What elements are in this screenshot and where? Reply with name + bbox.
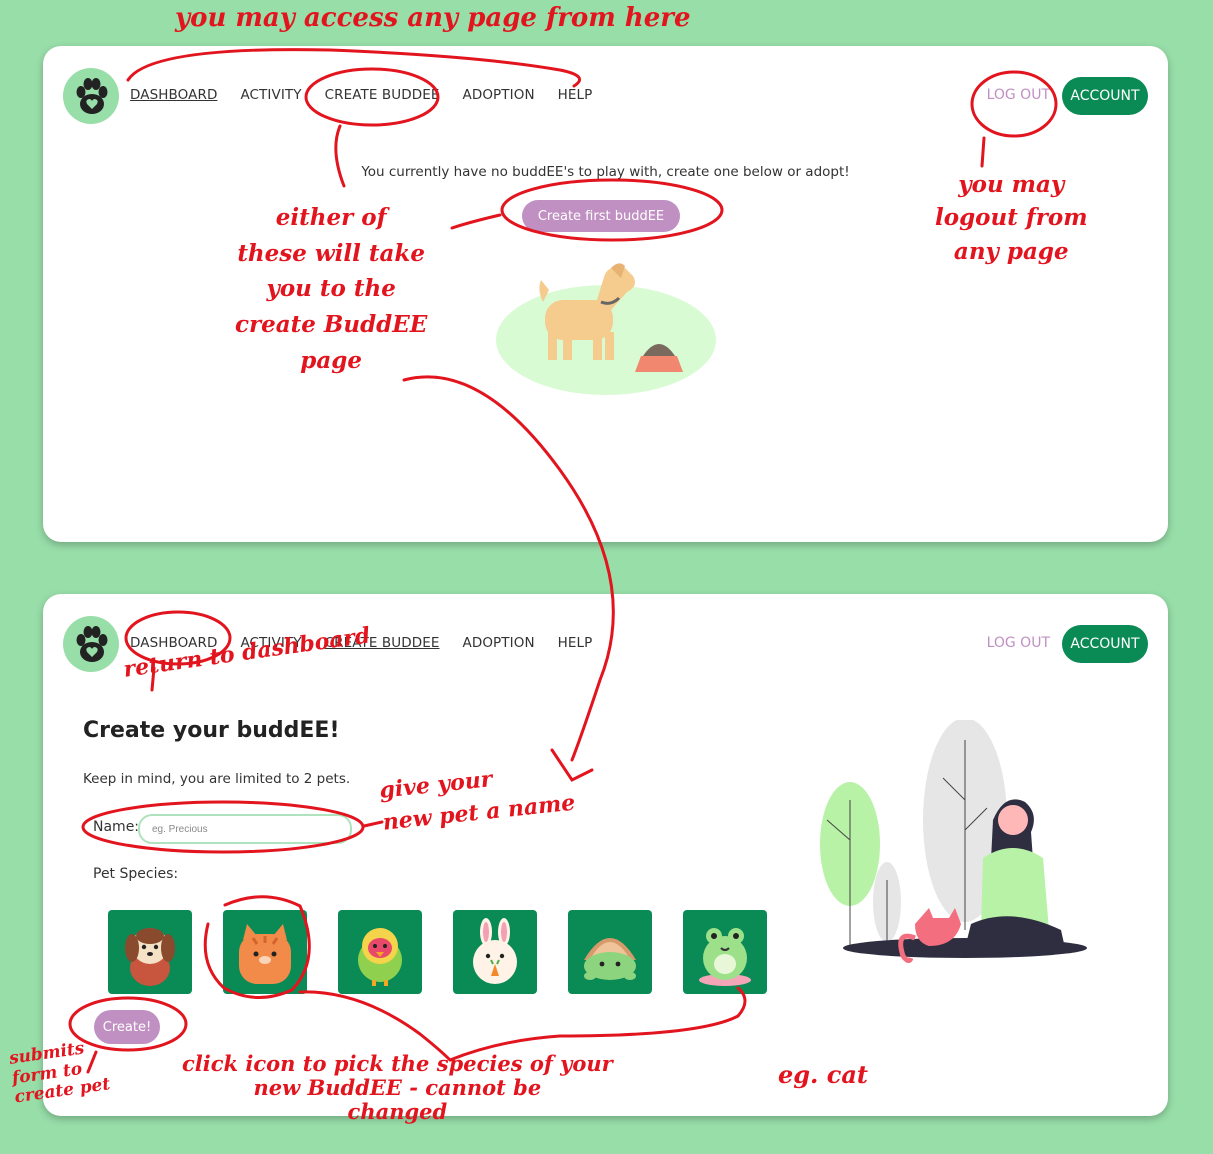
nav-dashboard[interactable]: DASHBOARD [130,87,217,103]
logout-link[interactable]: LOG OUT [987,87,1050,103]
page-title: Create your buddEE! [83,718,340,743]
navbar: DASHBOARD ACTIVITY CREATE BUDDEE ADOPTIO… [43,46,1168,146]
nav-create-buddee[interactable]: CREATE BUDDEE [325,87,440,103]
nav-help[interactable]: HELP [558,635,593,651]
species-bird-icon[interactable] [338,910,422,994]
nav-activity[interactable]: ACTIVITY [240,87,301,103]
paw-logo-icon[interactable] [63,616,119,672]
species-bunny-icon[interactable] [453,910,537,994]
dashboard-card: DASHBOARD ACTIVITY CREATE BUDDEE ADOPTIO… [43,46,1168,542]
species-dog-icon[interactable] [108,910,192,994]
annotation-logout: you may logout from any page [935,171,1088,265]
annotation-either: either of these will take you to the cre… [235,204,428,374]
annotation-species: click icon to pick the species of your n… [182,1051,613,1125]
species-frog-icon[interactable] [683,910,767,994]
species-picker [108,910,798,994]
dog-illustration [496,263,716,395]
nav-adoption[interactable]: ADOPTION [463,87,535,103]
annotation-eg-cat: eg. cat [778,1060,869,1089]
person-with-cat-illustration [820,720,1087,964]
account-button[interactable]: ACCOUNT [1062,77,1148,115]
species-cat-icon[interactable] [223,910,307,994]
annotation-top: you may access any page from here [175,3,691,33]
paw-logo-icon[interactable] [63,68,119,124]
limit-text: Keep in mind, you are limited to 2 pets. [83,771,351,787]
nav-help[interactable]: HELP [558,87,593,103]
nav-links: DASHBOARD ACTIVITY CREATE BUDDEE ADOPTIO… [130,87,615,103]
species-turtle-icon[interactable] [568,910,652,994]
logout-link[interactable]: LOG OUT [987,635,1050,651]
create-buddee-card: DASHBOARD ACTIVITY CREATE BUDDEE ADOPTIO… [43,594,1168,1116]
name-input[interactable] [138,814,352,844]
species-label: Pet Species: [93,866,179,882]
account-button[interactable]: ACCOUNT [1062,625,1148,663]
nav-adoption[interactable]: ADOPTION [463,635,535,651]
create-first-buddee-button[interactable]: Create first buddEE [522,200,680,232]
create-button[interactable]: Create! [94,1010,160,1044]
name-label: Name: [93,819,140,835]
